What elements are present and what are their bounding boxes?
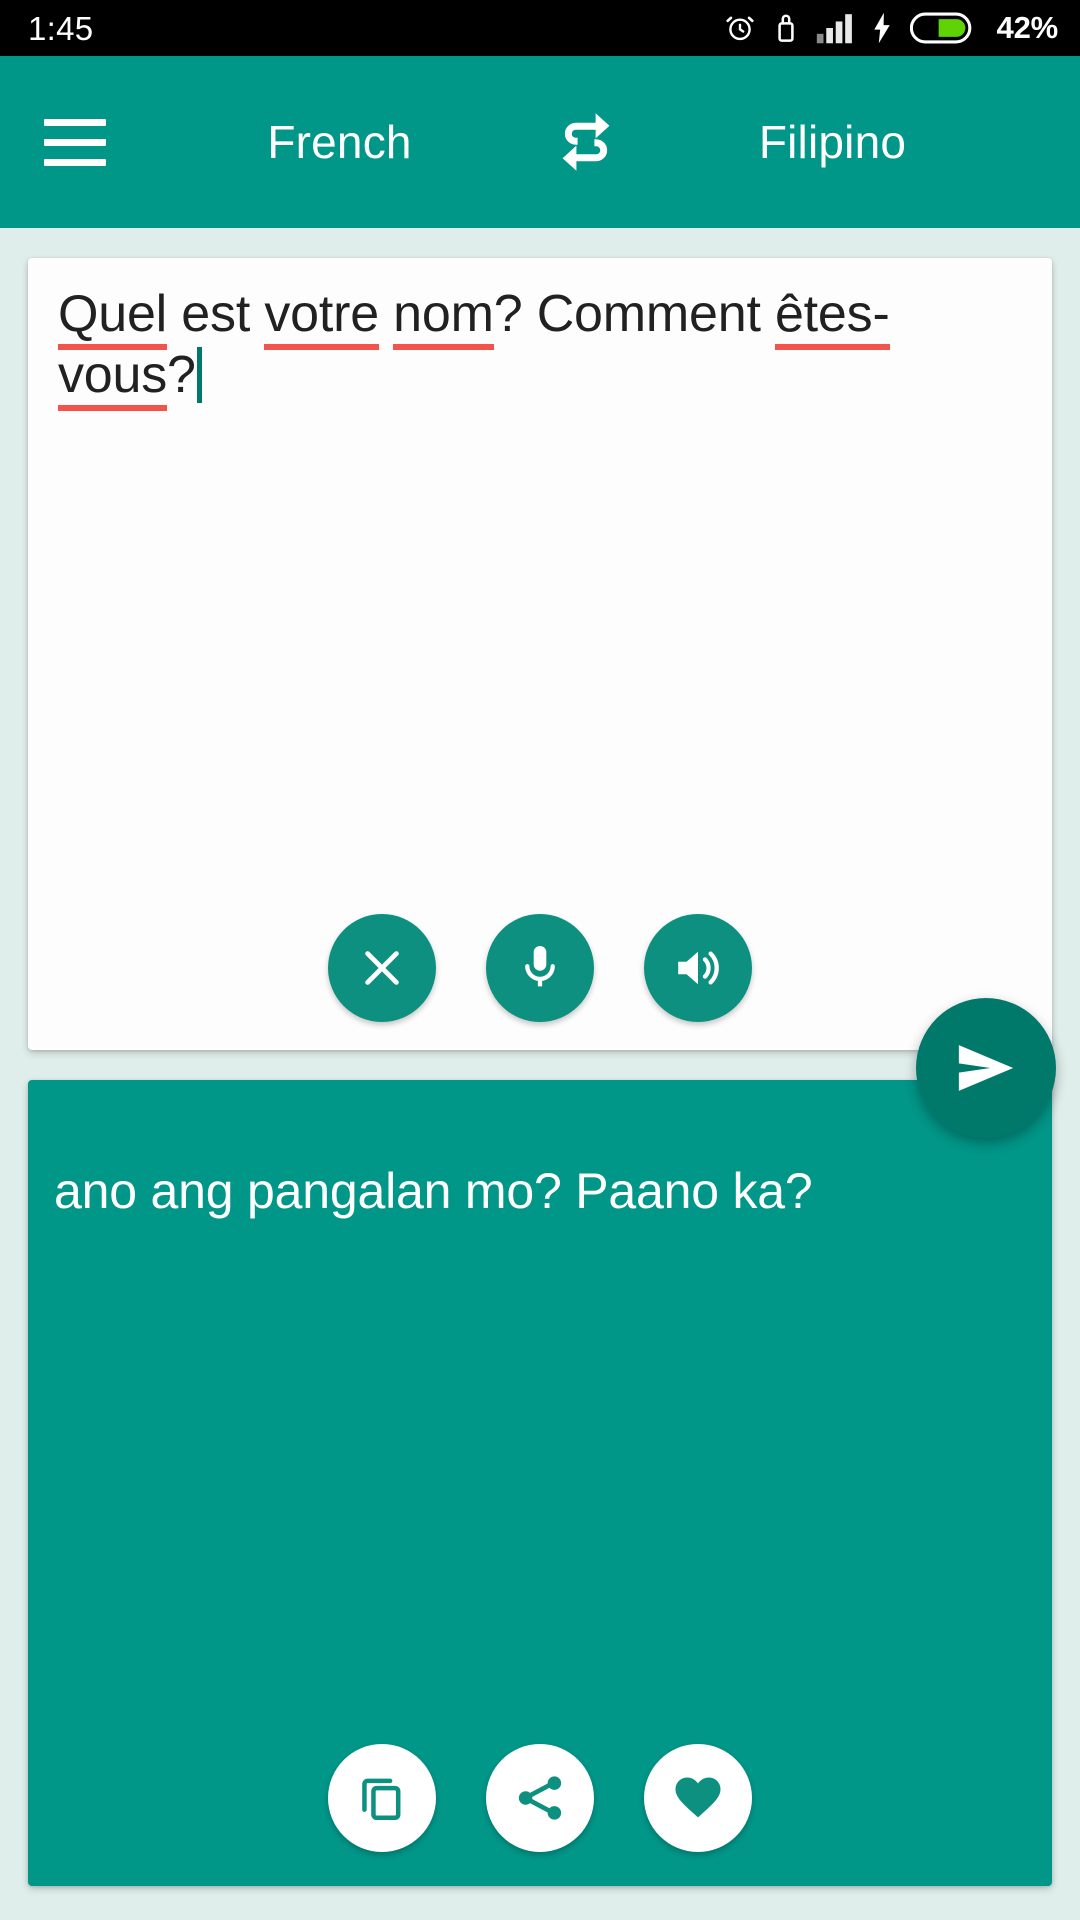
text-caret [196, 347, 202, 404]
app-toolbar: French Filipino [0, 56, 1080, 228]
source-text-seg-4: ? [167, 346, 196, 405]
charging-bolt-icon [871, 12, 893, 44]
main-content: Quel est votre nom? Comment êtes-vous? a… [0, 228, 1080, 1920]
source-word-nom: nom [393, 285, 494, 350]
translation-action-row [28, 1744, 1052, 1852]
source-text-seg-2 [379, 285, 393, 343]
battery-icon [909, 12, 974, 44]
source-word-vous: vous [58, 346, 167, 412]
swap-languages-icon[interactable] [543, 99, 629, 185]
battery-percent-label: 42% [996, 10, 1059, 45]
status-time: 1:45 [28, 9, 94, 47]
source-word-quel: Quel [58, 285, 167, 350]
source-language-selector[interactable]: French [136, 115, 543, 169]
translation-output-text: ano ang pangalan mo? Paano ka? [54, 1163, 813, 1219]
source-text-card: Quel est votre nom? Comment êtes-vous? [28, 258, 1052, 1050]
source-word-etes: êtes- [774, 285, 890, 350]
hamburger-menu-icon[interactable] [44, 105, 118, 179]
source-text-input[interactable]: Quel est votre nom? Comment êtes-vous? [58, 284, 1026, 412]
source-word-votre: votre [264, 285, 379, 350]
share-button[interactable] [486, 1744, 594, 1852]
usb-icon [773, 12, 799, 44]
menu-bar-1 [44, 118, 106, 126]
source-text-seg-1: est [167, 285, 265, 343]
status-bar: 1:45 42% [0, 0, 1080, 56]
signal-icon [816, 12, 854, 44]
target-language-selector[interactable]: Filipino [629, 115, 1036, 169]
favorite-button[interactable] [644, 1744, 752, 1852]
copy-button[interactable] [328, 1744, 436, 1852]
menu-bar-2 [44, 138, 106, 146]
clear-button[interactable] [328, 914, 436, 1022]
source-action-row [28, 914, 1052, 1022]
status-icons: 42% [724, 10, 1058, 46]
source-text-seg-3: ? Comment [493, 285, 775, 343]
speak-source-button[interactable] [644, 914, 752, 1022]
translation-output-card: ano ang pangalan mo? Paano ka? [28, 1080, 1052, 1886]
alarm-icon [724, 12, 756, 44]
send-translate-button[interactable] [916, 998, 1056, 1138]
voice-input-button[interactable] [486, 914, 594, 1022]
menu-bar-3 [44, 158, 106, 166]
